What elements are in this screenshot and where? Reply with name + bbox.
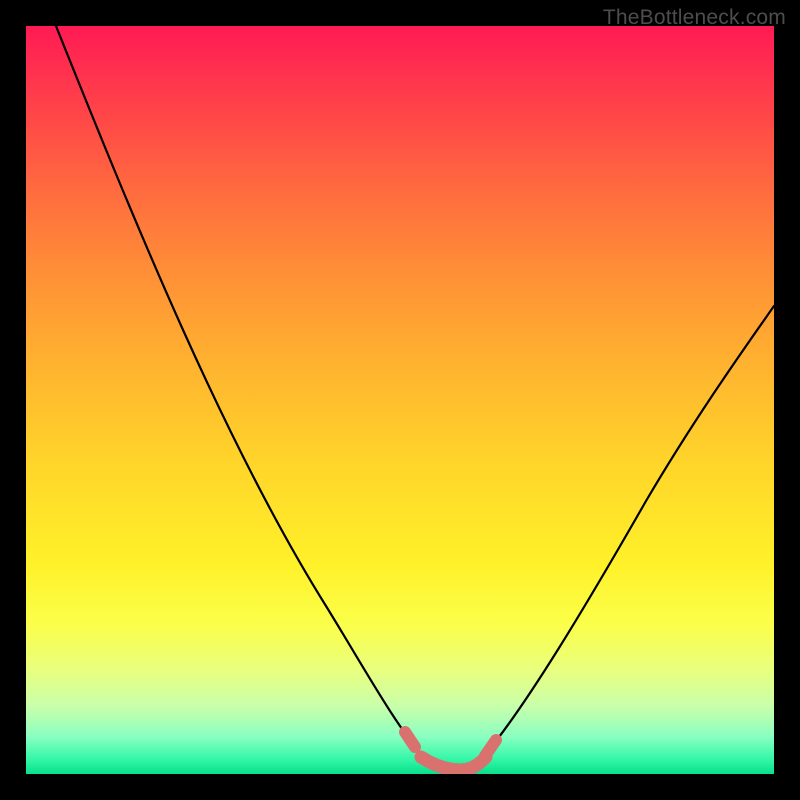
chart-svg bbox=[26, 26, 774, 774]
watermark-text: TheBottleneck.com bbox=[603, 6, 786, 30]
bottleneck-curve-left bbox=[56, 26, 423, 756]
left-entry-dot bbox=[405, 732, 415, 747]
bottom-highlight-stroke bbox=[421, 757, 486, 770]
bottleneck-curve-right bbox=[484, 306, 774, 756]
outer-frame: TheBottleneck.com bbox=[0, 0, 800, 800]
right-entry-dot bbox=[485, 740, 496, 756]
gradient-plot-area bbox=[26, 26, 774, 774]
